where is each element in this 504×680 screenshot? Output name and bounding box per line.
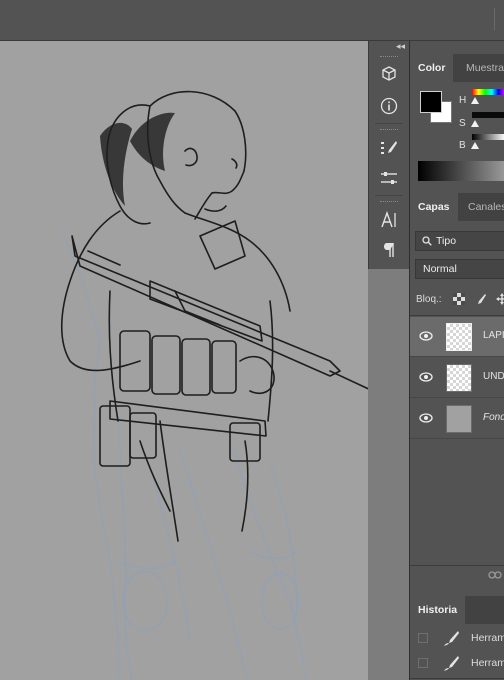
options-bar-divider bbox=[494, 8, 495, 30]
filter-kind-label: Tipo bbox=[436, 235, 457, 247]
brush-presets-icon[interactable] bbox=[377, 137, 401, 159]
layer-name[interactable]: LAPI bbox=[483, 330, 504, 341]
canvas-pasteboard bbox=[368, 269, 409, 680]
history-snapshot-checkbox[interactable] bbox=[418, 658, 428, 668]
eye-icon[interactable] bbox=[419, 330, 433, 342]
layer-row-undi[interactable]: UNDI bbox=[410, 358, 504, 398]
layer-thumbnail bbox=[446, 323, 472, 351]
saturation-slider[interactable] bbox=[472, 112, 504, 118]
grip-handle[interactable] bbox=[380, 129, 398, 133]
eye-icon[interactable] bbox=[419, 371, 433, 383]
divider bbox=[410, 315, 504, 316]
blend-mode-label: Normal bbox=[423, 263, 457, 275]
foreground-color-swatch[interactable] bbox=[420, 91, 442, 113]
link-layers-icon[interactable] bbox=[488, 570, 502, 583]
color-panel-tabs: Color Muestras bbox=[410, 54, 504, 82]
saturation-label: S bbox=[459, 118, 466, 129]
history-item-label: Herram bbox=[471, 632, 504, 644]
tab-layers[interactable]: Capas bbox=[410, 193, 458, 221]
lock-label: Bloq.: bbox=[416, 293, 442, 305]
layer-thumbnail bbox=[446, 364, 472, 392]
paragraph-icon[interactable] bbox=[377, 239, 401, 261]
divider bbox=[410, 565, 504, 566]
lock-brush-icon[interactable] bbox=[474, 291, 486, 307]
divider bbox=[375, 123, 403, 124]
history-item-label: Herram bbox=[471, 657, 504, 669]
brightness-label: B bbox=[459, 140, 466, 151]
layer-name[interactable]: UNDI bbox=[483, 371, 504, 382]
layer-thumbnail bbox=[446, 405, 472, 433]
panel-dock-strip: ◂◂ bbox=[368, 41, 409, 269]
grip-handle[interactable] bbox=[380, 56, 398, 60]
layer-row-lapi[interactable]: LAPI bbox=[410, 317, 504, 357]
divider bbox=[375, 195, 403, 196]
collapse-panels-icon[interactable]: ◂◂ bbox=[396, 41, 405, 52]
brightness-slider-thumb[interactable] bbox=[471, 142, 479, 149]
search-icon bbox=[422, 236, 432, 246]
lock-transparency-icon[interactable] bbox=[453, 291, 465, 307]
sketch-artwork bbox=[60, 90, 368, 680]
history-item[interactable]: Herram bbox=[410, 650, 504, 676]
character-icon[interactable] bbox=[377, 209, 401, 231]
tab-color[interactable]: Color bbox=[410, 54, 454, 82]
brush-icon bbox=[444, 656, 459, 671]
brush-settings-icon[interactable] bbox=[377, 167, 401, 189]
grip-handle[interactable] bbox=[380, 201, 398, 205]
layer-filter-select[interactable]: Tipo bbox=[415, 231, 504, 251]
3d-cube-icon[interactable] bbox=[377, 63, 401, 85]
layer-row-fondo[interactable]: Fond bbox=[410, 399, 504, 439]
saturation-slider-thumb[interactable] bbox=[471, 120, 479, 127]
document-canvas[interactable] bbox=[0, 41, 368, 680]
tab-swatches[interactable]: Muestras bbox=[458, 54, 504, 82]
history-snapshot-checkbox[interactable] bbox=[418, 633, 428, 643]
options-bar bbox=[0, 0, 504, 41]
history-panel-tabs: Historia bbox=[410, 596, 504, 624]
info-icon[interactable] bbox=[377, 95, 401, 117]
lock-position-icon[interactable] bbox=[496, 291, 504, 307]
hue-slider-thumb[interactable] bbox=[471, 97, 479, 104]
history-item[interactable]: Herram bbox=[410, 625, 504, 651]
blend-mode-select[interactable]: Normal bbox=[415, 259, 504, 279]
color-ramp[interactable] bbox=[418, 161, 504, 181]
tab-history[interactable]: Historia bbox=[410, 596, 466, 624]
brightness-slider[interactable] bbox=[472, 134, 504, 140]
divider bbox=[410, 678, 504, 679]
layers-panel-tabs: Capas Canales bbox=[410, 193, 504, 221]
hue-label: H bbox=[459, 95, 467, 106]
brush-icon bbox=[444, 631, 459, 646]
tab-channels[interactable]: Canales bbox=[460, 193, 504, 221]
hue-slider[interactable] bbox=[472, 89, 504, 95]
eye-icon[interactable] bbox=[419, 412, 433, 424]
layer-name[interactable]: Fond bbox=[483, 412, 504, 423]
panels-column: Color Muestras H S B Capas Canales Tipo … bbox=[409, 41, 504, 680]
